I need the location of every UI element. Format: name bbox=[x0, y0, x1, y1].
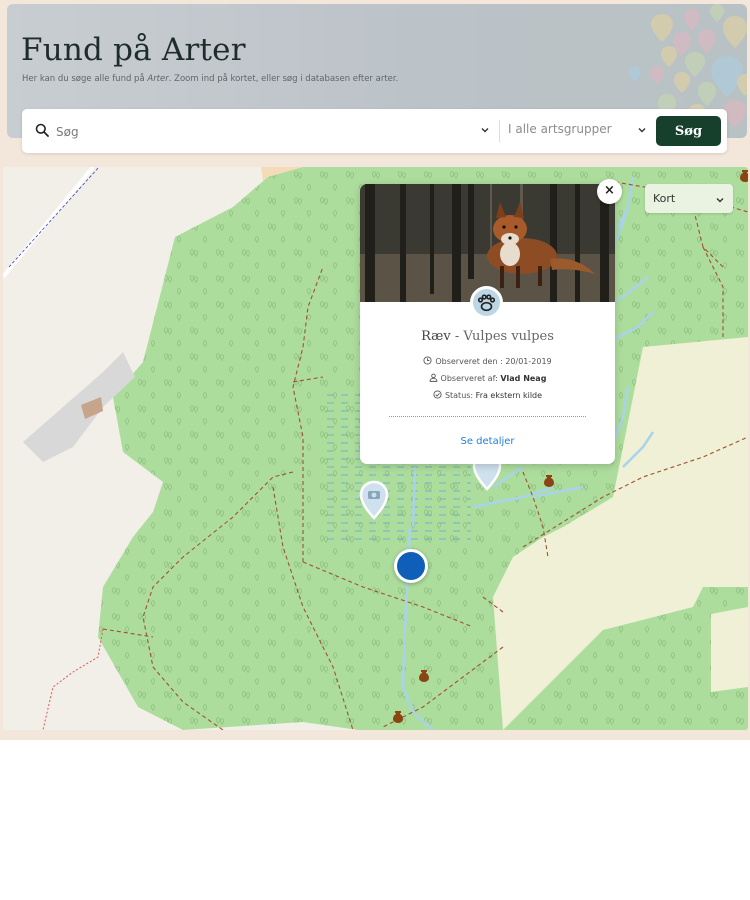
camera-pin-icon[interactable] bbox=[359, 480, 389, 520]
search-bar: I alle artsgrupper Søg bbox=[22, 109, 727, 153]
badge-circle bbox=[470, 286, 503, 319]
clock-icon bbox=[423, 356, 432, 365]
check-circle-icon bbox=[433, 390, 442, 399]
map-layer-label: Kort bbox=[653, 192, 676, 205]
observation-popup: Ræv - Vulpes vulpes Observeret den : 20/… bbox=[360, 184, 615, 464]
user-icon bbox=[429, 373, 437, 382]
observation-status: Status: Fra ekstern kilde bbox=[360, 390, 615, 400]
species-group-select[interactable]: I alle artsgrupper bbox=[508, 122, 612, 136]
fox-photo bbox=[360, 184, 615, 302]
observed-by: Observeret af: Vlad Neag bbox=[360, 373, 615, 383]
observed-date: Observeret den : 20/01-2019 bbox=[360, 356, 615, 366]
search-divider bbox=[499, 120, 500, 142]
chevron-down-icon[interactable] bbox=[637, 125, 647, 135]
close-popup-button[interactable]: × bbox=[597, 179, 622, 204]
species-name: Ræv - Vulpes vulpes bbox=[421, 329, 554, 344]
archaeological-site-icon[interactable] bbox=[739, 169, 748, 183]
archaeological-site-icon[interactable] bbox=[392, 710, 404, 724]
search-icon bbox=[35, 123, 49, 137]
paw-icon bbox=[477, 294, 496, 312]
map-layer-select[interactable]: Kort bbox=[645, 184, 733, 213]
close-icon: × bbox=[604, 183, 615, 198]
search-button[interactable]: Søg bbox=[656, 116, 721, 146]
chevron-down-icon bbox=[716, 198, 724, 203]
page-title: Fund på Arter bbox=[21, 32, 246, 68]
chevron-down-icon[interactable] bbox=[480, 125, 490, 135]
archaeological-site-icon[interactable] bbox=[418, 669, 430, 683]
see-details-link[interactable]: Se detaljer bbox=[360, 436, 615, 447]
page-subtitle: Her kan du søge alle fund på Arter. Zoom… bbox=[22, 74, 399, 84]
map-view[interactable]: Ræv - Vulpes vulpes Observeret den : 20/… bbox=[3, 167, 748, 730]
archaeological-site-icon[interactable] bbox=[543, 474, 555, 488]
search-input[interactable] bbox=[54, 121, 468, 143]
current-location-icon[interactable] bbox=[394, 549, 428, 583]
popup-divider bbox=[389, 416, 586, 417]
